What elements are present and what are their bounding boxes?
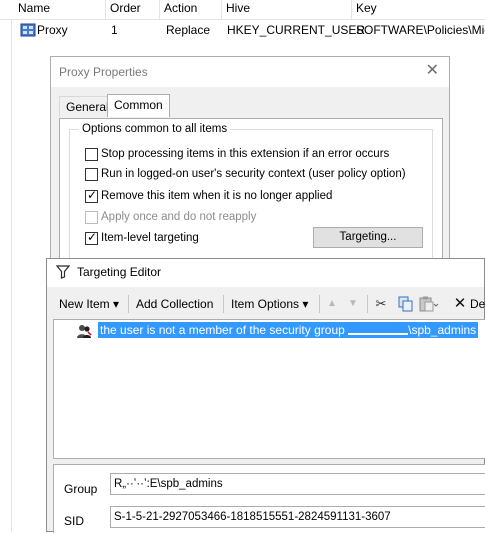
toolbar-separator [223, 295, 224, 313]
row-key: SOFTWARE\Policies\Mic [356, 23, 485, 37]
checkbox-disabled [85, 211, 98, 224]
row-action: Replace [166, 23, 211, 37]
checkmark-icon: ✓ [87, 188, 98, 202]
editor-titlebar[interactable]: Targeting Editor [47, 259, 484, 287]
tree-item-text-suffix: \spb_admins [408, 323, 477, 337]
tree-item-text: the user is not a member of the security… [100, 323, 349, 337]
toolbar-separator [128, 295, 129, 313]
targeting-tree: the user is not a member of the security… [53, 319, 485, 459]
sid-label: SID [64, 514, 85, 528]
close-icon[interactable]: ✕ [426, 62, 439, 80]
option-label: Run in logged-on user's security context… [101, 168, 406, 180]
chevron-down-icon: ▾ [113, 297, 120, 311]
table-row[interactable]: Proxy 1 Replace HKEY_CURRENT_USER SOFTWA… [0, 20, 485, 40]
add-collection-button[interactable]: Add Collection [136, 293, 213, 315]
group-label: Group [64, 482, 98, 496]
copy-icon[interactable] [398, 296, 414, 312]
redacted-domain [348, 323, 409, 335]
sid-field[interactable]: S-1-5-21-2927053466-1818515551-282459113… [110, 506, 485, 528]
option-label: Item-level targeting [101, 232, 199, 244]
targeting-button[interactable]: Targeting... [313, 227, 423, 248]
group-title: Options common to all items [79, 123, 231, 135]
toolbar-separator [319, 295, 320, 313]
checkmark-icon: ✓ [87, 230, 98, 244]
column-header-name[interactable]: Name [14, 0, 106, 20]
column-header-hive[interactable]: Hive [222, 0, 352, 20]
column-header-key[interactable]: Key [352, 0, 485, 20]
editor-toolbar: New Item ▾ Add Collection Item Options ▾… [47, 291, 485, 317]
chevron-down-icon: ▾ [302, 297, 309, 311]
option-label: Remove this item when it is no longer ap… [101, 190, 333, 202]
cut-icon[interactable]: ✂ [373, 295, 389, 313]
column-header-action[interactable]: Action [160, 0, 222, 20]
option-label: Stop processing items in this extension … [101, 148, 390, 160]
tab-common[interactable]: Common [107, 94, 170, 117]
left-tree-pane-edge [0, 0, 12, 532]
delete-icon[interactable]: ✕ [453, 295, 467, 313]
tree-item-security-group[interactable]: the user is not a member of the security… [98, 322, 479, 338]
toolbar-separator [367, 295, 368, 313]
checkbox-checked[interactable]: ✓ [85, 230, 98, 245]
editor-title: Targeting Editor [77, 265, 162, 279]
new-item-button[interactable]: New Item ▾ [59, 293, 119, 315]
move-down-icon[interactable]: ▼ [345, 295, 361, 313]
row-name: Proxy [37, 23, 68, 37]
row-order: 1 [111, 23, 118, 37]
delete-button-label[interactable]: De [470, 293, 485, 315]
filter-icon [56, 265, 70, 279]
paste-icon[interactable] [419, 296, 439, 312]
column-header-order[interactable]: Order [106, 0, 160, 20]
item-options-button[interactable]: Item Options ▾ [231, 293, 308, 315]
dialog-title: Proxy Properties [59, 65, 148, 79]
targeting-editor-window: Targeting Editor New Item ▾ Add Collecti… [46, 258, 485, 533]
checkbox[interactable] [85, 148, 98, 161]
checkbox-checked[interactable]: ✓ [85, 188, 98, 203]
item-options-label: Item Options [231, 297, 300, 311]
move-up-icon[interactable]: ▲ [324, 295, 340, 313]
list-header: Name Order Action Hive Key [0, 0, 485, 20]
properties-pane: Group R„··ʽ··ʽ:E\spb_admins SID S-1-5-21… [53, 464, 485, 533]
dialog-titlebar[interactable]: Proxy Properties ✕ [51, 57, 449, 87]
row-hive: HKEY_CURRENT_USER [227, 23, 366, 37]
new-item-label: New Item [59, 297, 110, 311]
checkbox[interactable] [85, 168, 98, 181]
registry-item-icon [20, 23, 36, 37]
security-group-icon [77, 325, 92, 338]
group-field[interactable]: R„··ʽ··ʽ:E\spb_admins [110, 473, 485, 495]
proxy-properties-dialog: Proxy Properties ✕ General Common Option… [50, 56, 450, 286]
option-label: Apply once and do not reapply [101, 211, 257, 223]
